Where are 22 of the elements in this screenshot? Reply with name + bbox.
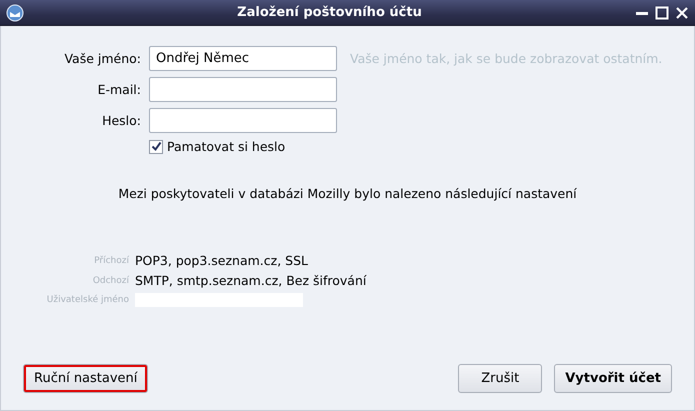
- input-field[interactable]: [149, 77, 337, 102]
- manual-setup-button[interactable]: Ruční nastavení: [23, 364, 148, 393]
- create-account-button[interactable]: Vytvořit účet: [554, 364, 672, 393]
- setting-label: Odchozí: [92, 276, 129, 286]
- field-hint: Vaše jméno tak, jak se bude zobrazovat ostatním.: [350, 51, 664, 66]
- setting-label: Příchozí: [93, 256, 129, 266]
- checkbox[interactable]: [149, 140, 163, 154]
- close-icon[interactable]: [675, 6, 689, 20]
- field-label: Heslo:: [101, 113, 141, 128]
- input-field[interactable]: [149, 108, 337, 133]
- app-logo-icon: [6, 4, 24, 22]
- info-message: Mezi poskytovateli v databázi Mozilly bylo nalezeno následující nastavení: [117, 186, 578, 201]
- setting-label: Uživatelské jméno: [46, 295, 129, 305]
- cancel-button[interactable]: Zrušit: [458, 364, 542, 393]
- setting-value: POP3, pop3.seznam.cz, SSL: [135, 253, 309, 268]
- field-label: Vaše jméno:: [63, 51, 141, 66]
- window-title: Založení poštovního účtu: [236, 5, 423, 20]
- setting-value: SMTP, smtp.seznam.cz, Bez šifrování: [135, 273, 368, 288]
- maximize-icon[interactable]: [655, 6, 669, 20]
- input-field[interactable]: Ondřej Němec: [149, 46, 337, 71]
- field-label: E-mail:: [96, 82, 141, 97]
- checkbox-label[interactable]: Pamatovat si heslo: [167, 139, 286, 154]
